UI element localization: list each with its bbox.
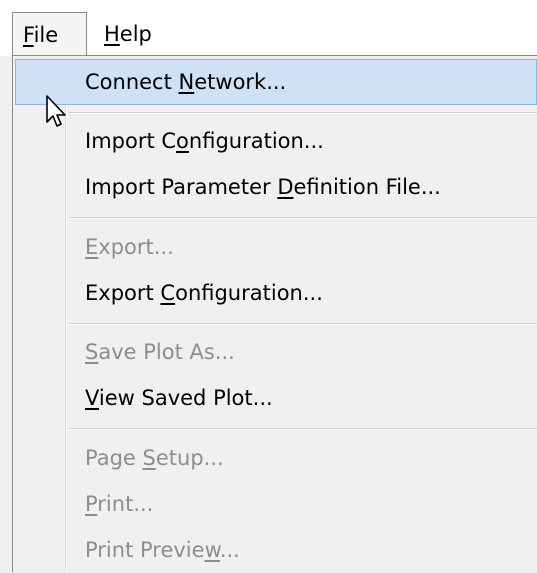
menu-separator [69, 323, 537, 325]
menu-item-view-saved-plot[interactable]: View Saved Plot... [15, 375, 537, 421]
menu-item-connect-network[interactable]: Connect Network... [15, 59, 537, 105]
menu-item-export-configuration[interactable]: Export Configuration... [15, 270, 537, 316]
arrow-pointer-icon [46, 95, 66, 127]
menu-file[interactable]: File [12, 12, 87, 56]
menu-item-import-configuration[interactable]: Import Configuration... [15, 118, 537, 164]
menu-separator [69, 428, 537, 430]
menu-item-page-setup: Page Setup... [85, 446, 224, 470]
menu-separator [69, 217, 537, 219]
menu-help[interactable]: Help [94, 12, 162, 56]
file-menu-dropdown: Connect Network... Import Configuration.… [12, 55, 537, 572]
menu-separator [69, 112, 537, 114]
menu-item-print-preview: Print Preview... [85, 538, 240, 562]
menu-item-print: Print... [85, 492, 154, 516]
menu-item-save-plot-as: Save Plot As... [85, 340, 235, 364]
menu-bar: File Help [0, 0, 537, 56]
menu-item-export: Export... [85, 235, 174, 259]
menu-item-import-parameter-definition-file[interactable]: Import Parameter Definition File... [15, 164, 537, 210]
